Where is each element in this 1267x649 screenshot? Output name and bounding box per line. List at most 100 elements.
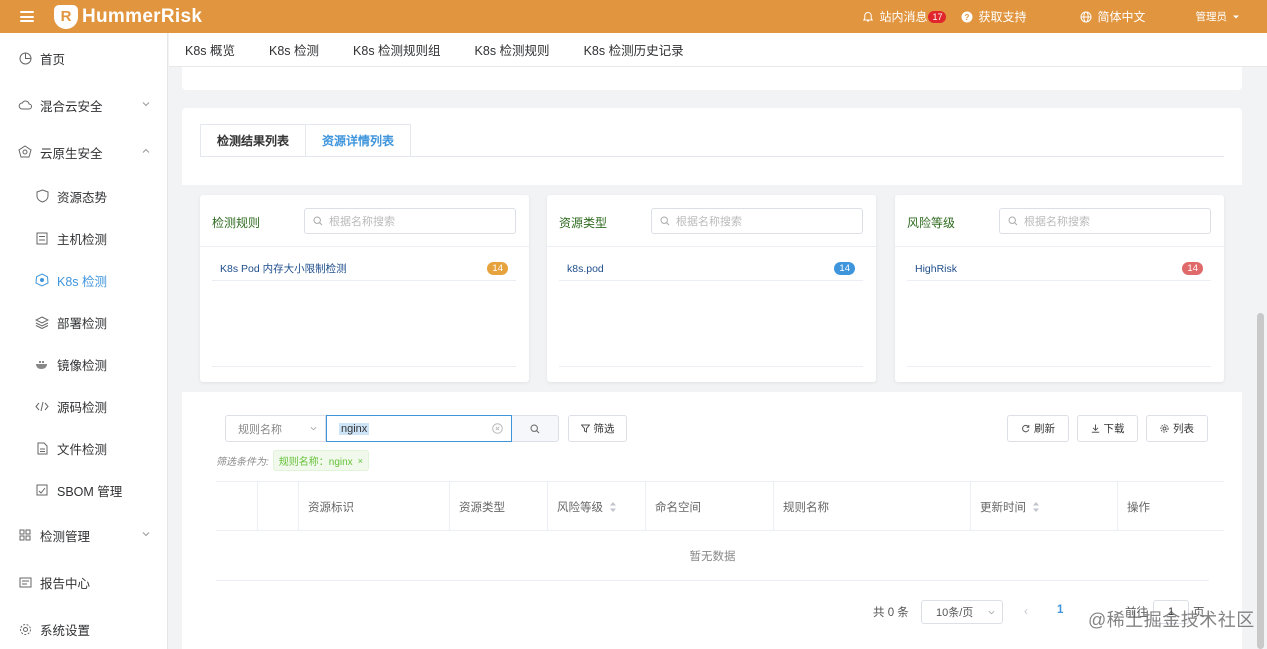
support-link[interactable]: ? 获取支持: [961, 8, 1026, 25]
top-panel: [182, 67, 1242, 90]
search-icon: [660, 216, 670, 226]
sidebar-item-check-management[interactable]: 检测管理: [0, 517, 168, 553]
search-input-value: nginx: [339, 422, 370, 435]
code-icon: [35, 399, 49, 413]
facet-search-input[interactable]: 根据名称搜索: [999, 208, 1211, 234]
sidebar-item-image-check[interactable]: 镜像检测: [0, 346, 168, 382]
column-label: 更新时间: [980, 501, 1026, 514]
search-icon: [313, 216, 323, 226]
facet-item[interactable]: k8s.pod 14: [559, 257, 863, 281]
tab-resource-details[interactable]: 资源详情列表: [306, 124, 412, 157]
refresh-button[interactable]: 刷新: [1007, 415, 1069, 442]
chevron-down-icon: [142, 532, 150, 537]
bell-icon: [863, 11, 874, 21]
facet-count-badge: 14: [487, 262, 508, 275]
column-header: 资源标识: [298, 482, 449, 531]
column-header: 操作: [1117, 482, 1224, 531]
language-switch[interactable]: 简体中文: [1080, 8, 1146, 25]
page-size-value: 10条/页: [936, 607, 974, 619]
messages-link[interactable]: 站内消息 17: [862, 8, 947, 25]
search-button[interactable]: [512, 415, 559, 442]
facet-item[interactable]: K8s Pod 内存大小限制检测 14: [212, 257, 516, 281]
facet-item-label: HighRisk: [915, 262, 958, 275]
tab-k8s-check[interactable]: K8s 检测: [269, 40, 319, 59]
filter-icon: [580, 424, 590, 433]
facet-risk-level: 风险等级 根据名称搜索 HighRisk 14: [895, 195, 1224, 382]
column-header: 命名空间: [645, 482, 773, 531]
scrollbar[interactable]: [1257, 313, 1264, 649]
search-input[interactable]: nginx: [326, 415, 512, 442]
refresh-label: 刷新: [1034, 423, 1055, 435]
user-label: 管理员: [1195, 11, 1228, 23]
column-header-sortable[interactable]: 更新时间: [970, 482, 1117, 531]
column-label: 命名空间: [655, 501, 701, 514]
sidebar-item-label: 混合云安全: [40, 99, 103, 114]
user-menu[interactable]: 管理员: [1196, 9, 1241, 24]
facet-search-placeholder: 根据名称搜索: [1024, 216, 1090, 228]
download-button[interactable]: 下载: [1077, 415, 1138, 442]
gear-icon: [18, 622, 32, 636]
shield-icon: [35, 189, 49, 203]
tab-k8s-history[interactable]: K8s 检测历史记录: [584, 40, 684, 59]
sidebar-item-cloud-native[interactable]: 云原生安全: [0, 134, 168, 170]
sidebar-item-resource-posture[interactable]: 资源态势: [0, 178, 168, 214]
hamburger-icon: [20, 11, 34, 22]
sidebar-item-home[interactable]: 首页: [0, 40, 168, 76]
column-label: 操作: [1127, 501, 1150, 514]
sidebar: 首页 混合云安全 云原生安全 资源态势 主机检测 K8s 检测 部署检测 镜像检…: [0, 33, 168, 649]
facet-search-input[interactable]: 根据名称搜索: [651, 208, 863, 234]
sidebar-item-label: 报告中心: [40, 576, 91, 591]
docker-icon: [35, 357, 49, 371]
tabs-divider: [200, 156, 1224, 157]
sidebar-item-label: 主机检测: [57, 232, 108, 247]
facet-count-badge: 14: [834, 262, 855, 275]
sidebar-item-system-settings[interactable]: 系统设置: [0, 611, 168, 647]
tab-check-results[interactable]: 检测结果列表: [200, 124, 307, 157]
sidebar-item-hybrid-cloud[interactable]: 混合云安全: [0, 87, 168, 123]
server-icon: [35, 231, 49, 245]
filter-button[interactable]: 筛选: [568, 415, 627, 442]
clear-icon[interactable]: [492, 423, 503, 434]
facet-search-input[interactable]: 根据名称搜索: [304, 208, 516, 234]
filter-conditions: 筛选条件为: 规则名称：nginx ×: [216, 450, 369, 471]
sidebar-item-file-check[interactable]: 文件检测: [0, 430, 168, 466]
search-icon: [530, 423, 540, 433]
facet-item[interactable]: HighRisk 14: [907, 257, 1211, 281]
tab-k8s-overview[interactable]: K8s 概览: [185, 40, 235, 59]
sort-icon[interactable]: [609, 501, 617, 513]
top-bar: R HummerRisk 站内消息 17 ? 获取支持 简体中文 管理员: [0, 0, 1267, 33]
filter-tag-label: 规则名称：nginx: [278, 457, 353, 468]
facet-item-label: k8s.pod: [567, 262, 604, 275]
tab-k8s-rules[interactable]: K8s 检测规则: [475, 40, 550, 59]
facet-search-placeholder: 根据名称搜索: [676, 216, 742, 228]
column-header: 规则名称: [773, 482, 970, 531]
svg-text:?: ?: [965, 13, 970, 22]
search-field-select[interactable]: 规则名称: [225, 415, 326, 442]
sidebar-item-host-check[interactable]: 主机检测: [0, 220, 168, 256]
sort-icon[interactable]: [1032, 501, 1040, 513]
sidebar-item-k8s-check[interactable]: K8s 检测: [0, 262, 168, 298]
sidebar-item-label: 源码检测: [57, 400, 108, 415]
menu-toggle-button[interactable]: [0, 0, 54, 33]
column-header-sortable[interactable]: 风险等级: [547, 482, 645, 531]
column-label: 风险等级: [557, 501, 603, 514]
prev-page-button[interactable]: ‹: [1024, 604, 1028, 618]
sidebar-item-code-check[interactable]: 源码检测: [0, 388, 168, 424]
logo[interactable]: R HummerRisk: [54, 4, 202, 29]
sidebar-item-report-center[interactable]: 报告中心: [0, 564, 168, 600]
page-size-select[interactable]: 10条/页: [921, 600, 1003, 624]
facet-title: 资源类型: [559, 216, 608, 230]
chevron-down-icon: [988, 610, 995, 615]
close-icon[interactable]: ×: [358, 456, 363, 466]
page-number[interactable]: 1: [1057, 604, 1063, 616]
tab-k8s-rule-groups[interactable]: K8s 检测规则组: [353, 40, 441, 59]
sidebar-item-sbom[interactable]: SBOM 管理: [0, 472, 168, 508]
column-label: 资源类型: [459, 501, 505, 514]
support-label: 获取支持: [978, 10, 1027, 24]
sidebar-item-deploy-check[interactable]: 部署检测: [0, 304, 168, 340]
chevron-down-icon: [310, 426, 317, 431]
search-field-value: 规则名称: [238, 423, 282, 436]
facet-resource-type: 资源类型 根据名称搜索 k8s.pod 14: [547, 195, 876, 382]
columns-button[interactable]: 列表: [1146, 415, 1208, 442]
sidebar-item-label: 系统设置: [40, 623, 91, 638]
